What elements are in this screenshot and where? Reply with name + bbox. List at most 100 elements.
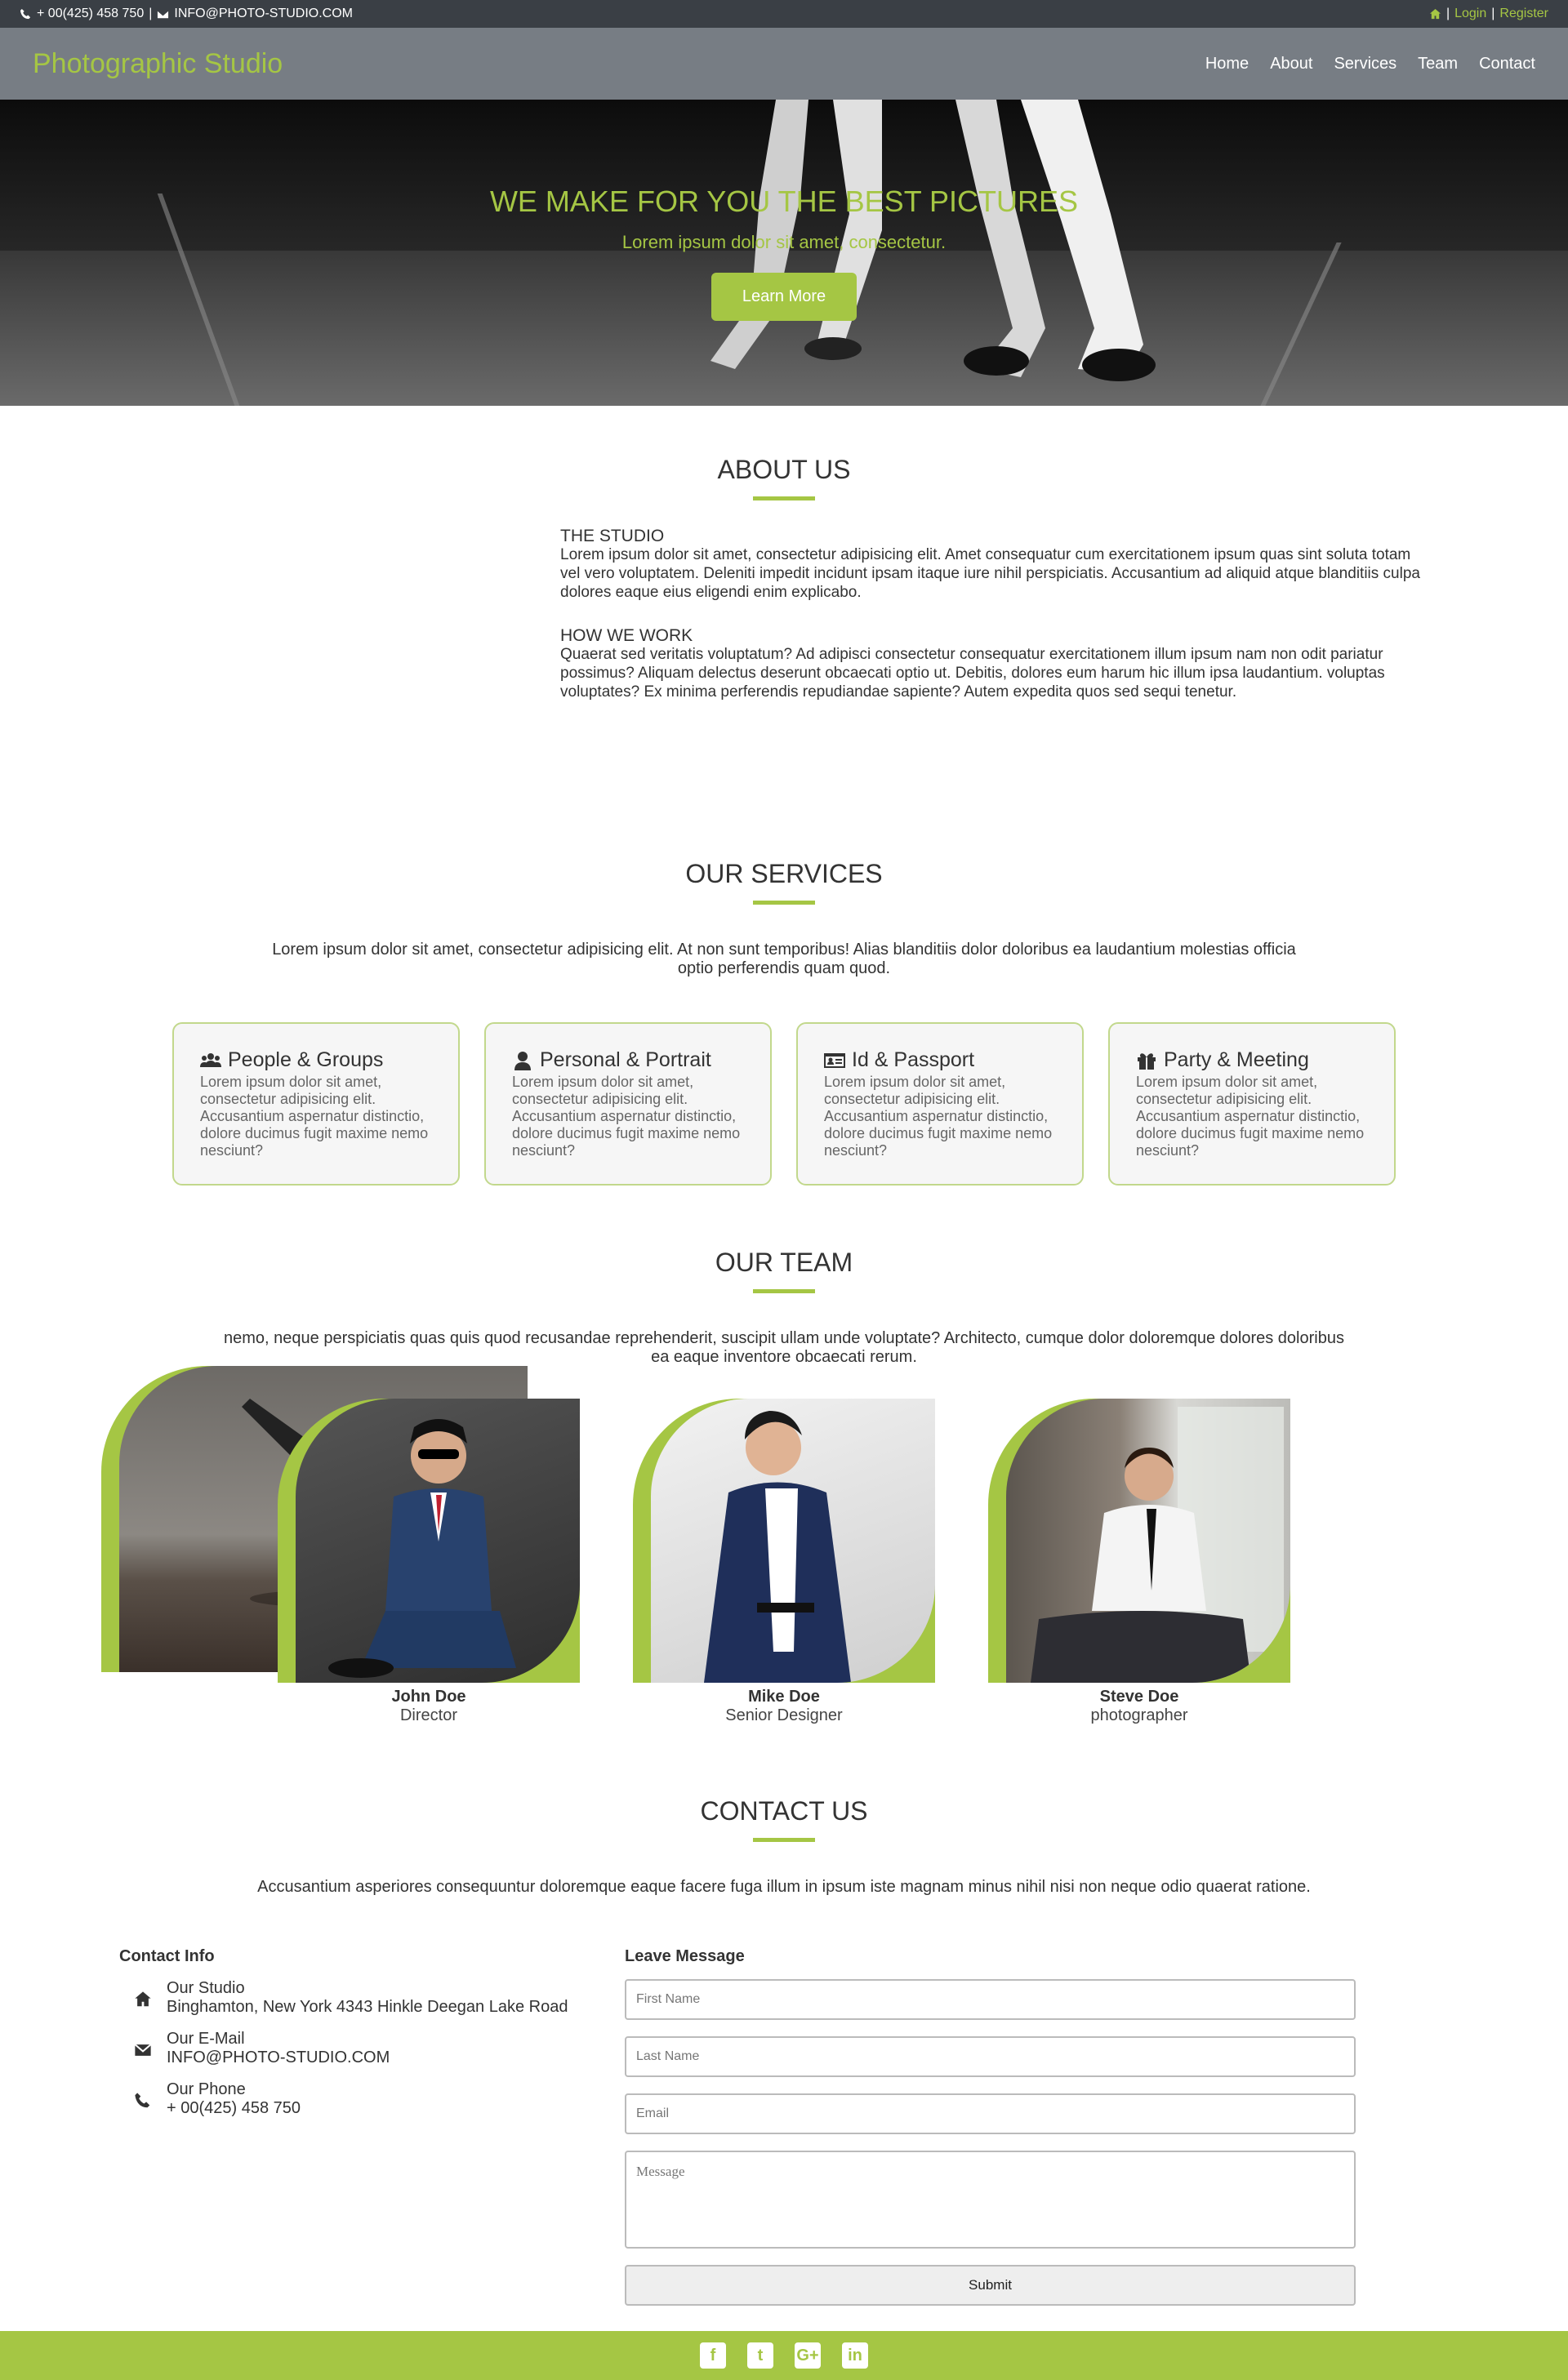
contact-item-value[interactable]: + 00(425) 458 750 — [167, 2099, 301, 2118]
linkedin-icon[interactable]: in — [842, 2342, 868, 2369]
hero-banner: WE MAKE FOR YOU THE BEST PICTURES Lorem … — [0, 100, 1568, 406]
phone-icon — [135, 2093, 150, 2108]
member-photo-frame — [988, 1399, 1290, 1683]
contact-item-value[interactable]: INFO@PHOTO-STUDIO.COM — [167, 2049, 390, 2067]
contact-item-label: Our Phone — [167, 2080, 246, 2098]
phone-icon — [20, 8, 31, 19]
contact-item-phone: Our Phone + 00(425) 458 750 — [134, 2080, 609, 2118]
contact-info: Contact Info Our Studio Binghamton, New … — [119, 1947, 609, 2131]
team-description: nemo, neque perspiciatis quas quis quod … — [224, 1329, 1344, 1366]
top-contact: + 00(425) 458 750 | INFO@PHOTO-STUDIO.CO… — [20, 7, 353, 21]
team-title: OUR TEAM — [715, 1248, 853, 1277]
nav-about[interactable]: About — [1270, 55, 1312, 73]
facebook-icon[interactable]: f — [700, 2342, 726, 2369]
login-link[interactable]: Login — [1454, 7, 1486, 21]
top-email: INFO@PHOTO-STUDIO.COM — [174, 7, 353, 20]
submit-button[interactable]: Submit — [625, 2265, 1356, 2306]
contact-item-studio: Our Studio Binghamton, New York 4343 Hin… — [134, 1979, 609, 2017]
service-card-text: Lorem ipsum dolor sit amet, consectetur … — [200, 1074, 429, 1159]
title-underline — [753, 496, 815, 500]
nav-contact[interactable]: Contact — [1479, 55, 1535, 73]
twitter-icon[interactable]: t — [747, 2342, 773, 2369]
auth-separator-1: | — [1446, 7, 1450, 20]
services-section: OUR SERVICES Lorem ipsum dolor sit amet,… — [0, 859, 1568, 1186]
first-name-input[interactable]: First Name — [625, 1979, 1356, 2020]
team-section: OUR TEAM nemo, neque perspiciatis quas q… — [0, 1248, 1568, 1724]
services-description: Lorem ipsum dolor sit amet, consectetur … — [272, 941, 1296, 977]
navbar: Photographic Studio Home About Services … — [0, 28, 1568, 100]
member-photo — [651, 1399, 935, 1683]
users-icon — [200, 1052, 221, 1067]
about-heading-studio: THE STUDIO — [560, 527, 665, 545]
mike-doe-figure — [704, 1411, 851, 1683]
message-form: Leave Message First Name Last Name Email… — [625, 1947, 1356, 2306]
nav-team[interactable]: Team — [1418, 55, 1458, 73]
home-icon[interactable] — [1429, 8, 1441, 20]
team-member: Steve Doe photographer — [988, 1399, 1290, 1725]
member-photo — [296, 1399, 580, 1683]
hero-content: WE MAKE FOR YOU THE BEST PICTURES Lorem … — [0, 100, 1568, 321]
user-icon — [514, 1051, 531, 1070]
contact-section: CONTACT US Accusantium asperiores conseq… — [0, 1796, 1568, 2306]
contact-item-email: Our E-Mail INFO@PHOTO-STUDIO.COM — [134, 2030, 609, 2067]
contact-item-label: Our Studio — [167, 1979, 245, 1997]
last-name-input[interactable]: Last Name — [625, 2036, 1356, 2077]
service-card-text: Lorem ipsum dolor sit amet, consectetur … — [1136, 1074, 1365, 1159]
member-role: photographer — [1090, 1706, 1188, 1724]
service-card-text: Lorem ipsum dolor sit amet, consectetur … — [824, 1074, 1053, 1159]
title-underline — [753, 901, 815, 905]
hero-subtitle: Lorem ipsum dolor sit amet, consectetur. — [621, 232, 947, 252]
hero-title: WE MAKE FOR YOU THE BEST PICTURES — [489, 185, 1079, 218]
contact-info-heading: Contact Info — [119, 1947, 215, 1965]
footer: f t G+ in — [0, 2331, 1568, 2380]
service-card[interactable]: Id & Passport Lorem ipsum dolor sit amet… — [796, 1022, 1084, 1186]
learn-more-button[interactable]: Learn More — [710, 273, 858, 321]
brand-logo[interactable]: Photographic Studio — [33, 48, 283, 80]
service-card-title: Personal & Portrait — [540, 1048, 711, 1071]
title-underline — [753, 1838, 815, 1842]
about-heading-work: HOW WE WORK — [560, 626, 693, 645]
envelope-icon — [157, 9, 169, 18]
team-member: Mike Doe Senior Designer — [633, 1399, 935, 1725]
top-phone: + 00(425) 458 750 — [37, 7, 145, 20]
team-member: John Doe Director — [278, 1399, 580, 1725]
nav-services[interactable]: Services — [1334, 55, 1396, 73]
register-link[interactable]: Register — [1499, 7, 1548, 21]
about-text-work: Quaerat sed veritatis voluptatum? Ad adi… — [560, 646, 1385, 701]
auth-separator-2: | — [1491, 7, 1495, 20]
member-role: Director — [399, 1706, 457, 1724]
about-text-studio: Lorem ipsum dolor sit amet, consectetur … — [560, 546, 1420, 601]
top-bar: + 00(425) 458 750 | INFO@PHOTO-STUDIO.CO… — [0, 0, 1568, 28]
service-card[interactable]: Party & Meeting Lorem ipsum dolor sit am… — [1108, 1022, 1396, 1186]
nav-home[interactable]: Home — [1205, 55, 1249, 73]
contact-item-label: Our E-Mail — [167, 2030, 245, 2048]
auth-links: | Login | Register — [1429, 7, 1548, 21]
google-plus-icon[interactable]: G+ — [795, 2342, 821, 2369]
top-separator: | — [149, 7, 153, 20]
member-role: Senior Designer — [725, 1706, 843, 1724]
member-photo-frame — [633, 1399, 935, 1683]
member-name: Mike Doe — [748, 1688, 820, 1706]
main-nav: Home About Services Team Contact — [1205, 55, 1535, 73]
member-name: John Doe — [391, 1688, 466, 1706]
john-doe-figure — [328, 1419, 516, 1678]
contact-item-value: Binghamton, New York 4343 Hinkle Deegan … — [167, 1998, 568, 2016]
envelope-icon — [134, 2044, 152, 2056]
contact-description: Accusantium asperiores consequuntur dolo… — [257, 1878, 1311, 1896]
about-title: ABOUT US — [717, 455, 851, 484]
steve-doe-figure — [1031, 1407, 1284, 1683]
message-heading: Leave Message — [625, 1947, 745, 1965]
service-card-title: Party & Meeting — [1164, 1048, 1309, 1071]
service-card-title: People & Groups — [228, 1048, 384, 1071]
member-photo-frame — [278, 1399, 580, 1683]
services-title: OUR SERVICES — [685, 859, 883, 888]
home-icon — [135, 1991, 151, 2007]
service-card[interactable]: Personal & Portrait Lorem ipsum dolor si… — [484, 1022, 772, 1186]
service-cards: People & Groups Lorem ipsum dolor sit am… — [0, 1022, 1568, 1186]
message-textarea[interactable]: Message — [625, 2151, 1356, 2249]
service-card-text: Lorem ipsum dolor sit amet, consectetur … — [512, 1074, 741, 1159]
service-card[interactable]: People & Groups Lorem ipsum dolor sit am… — [172, 1022, 460, 1186]
service-card-title: Id & Passport — [852, 1048, 975, 1071]
email-input[interactable]: Email — [625, 2093, 1356, 2134]
member-photo — [1006, 1399, 1290, 1683]
